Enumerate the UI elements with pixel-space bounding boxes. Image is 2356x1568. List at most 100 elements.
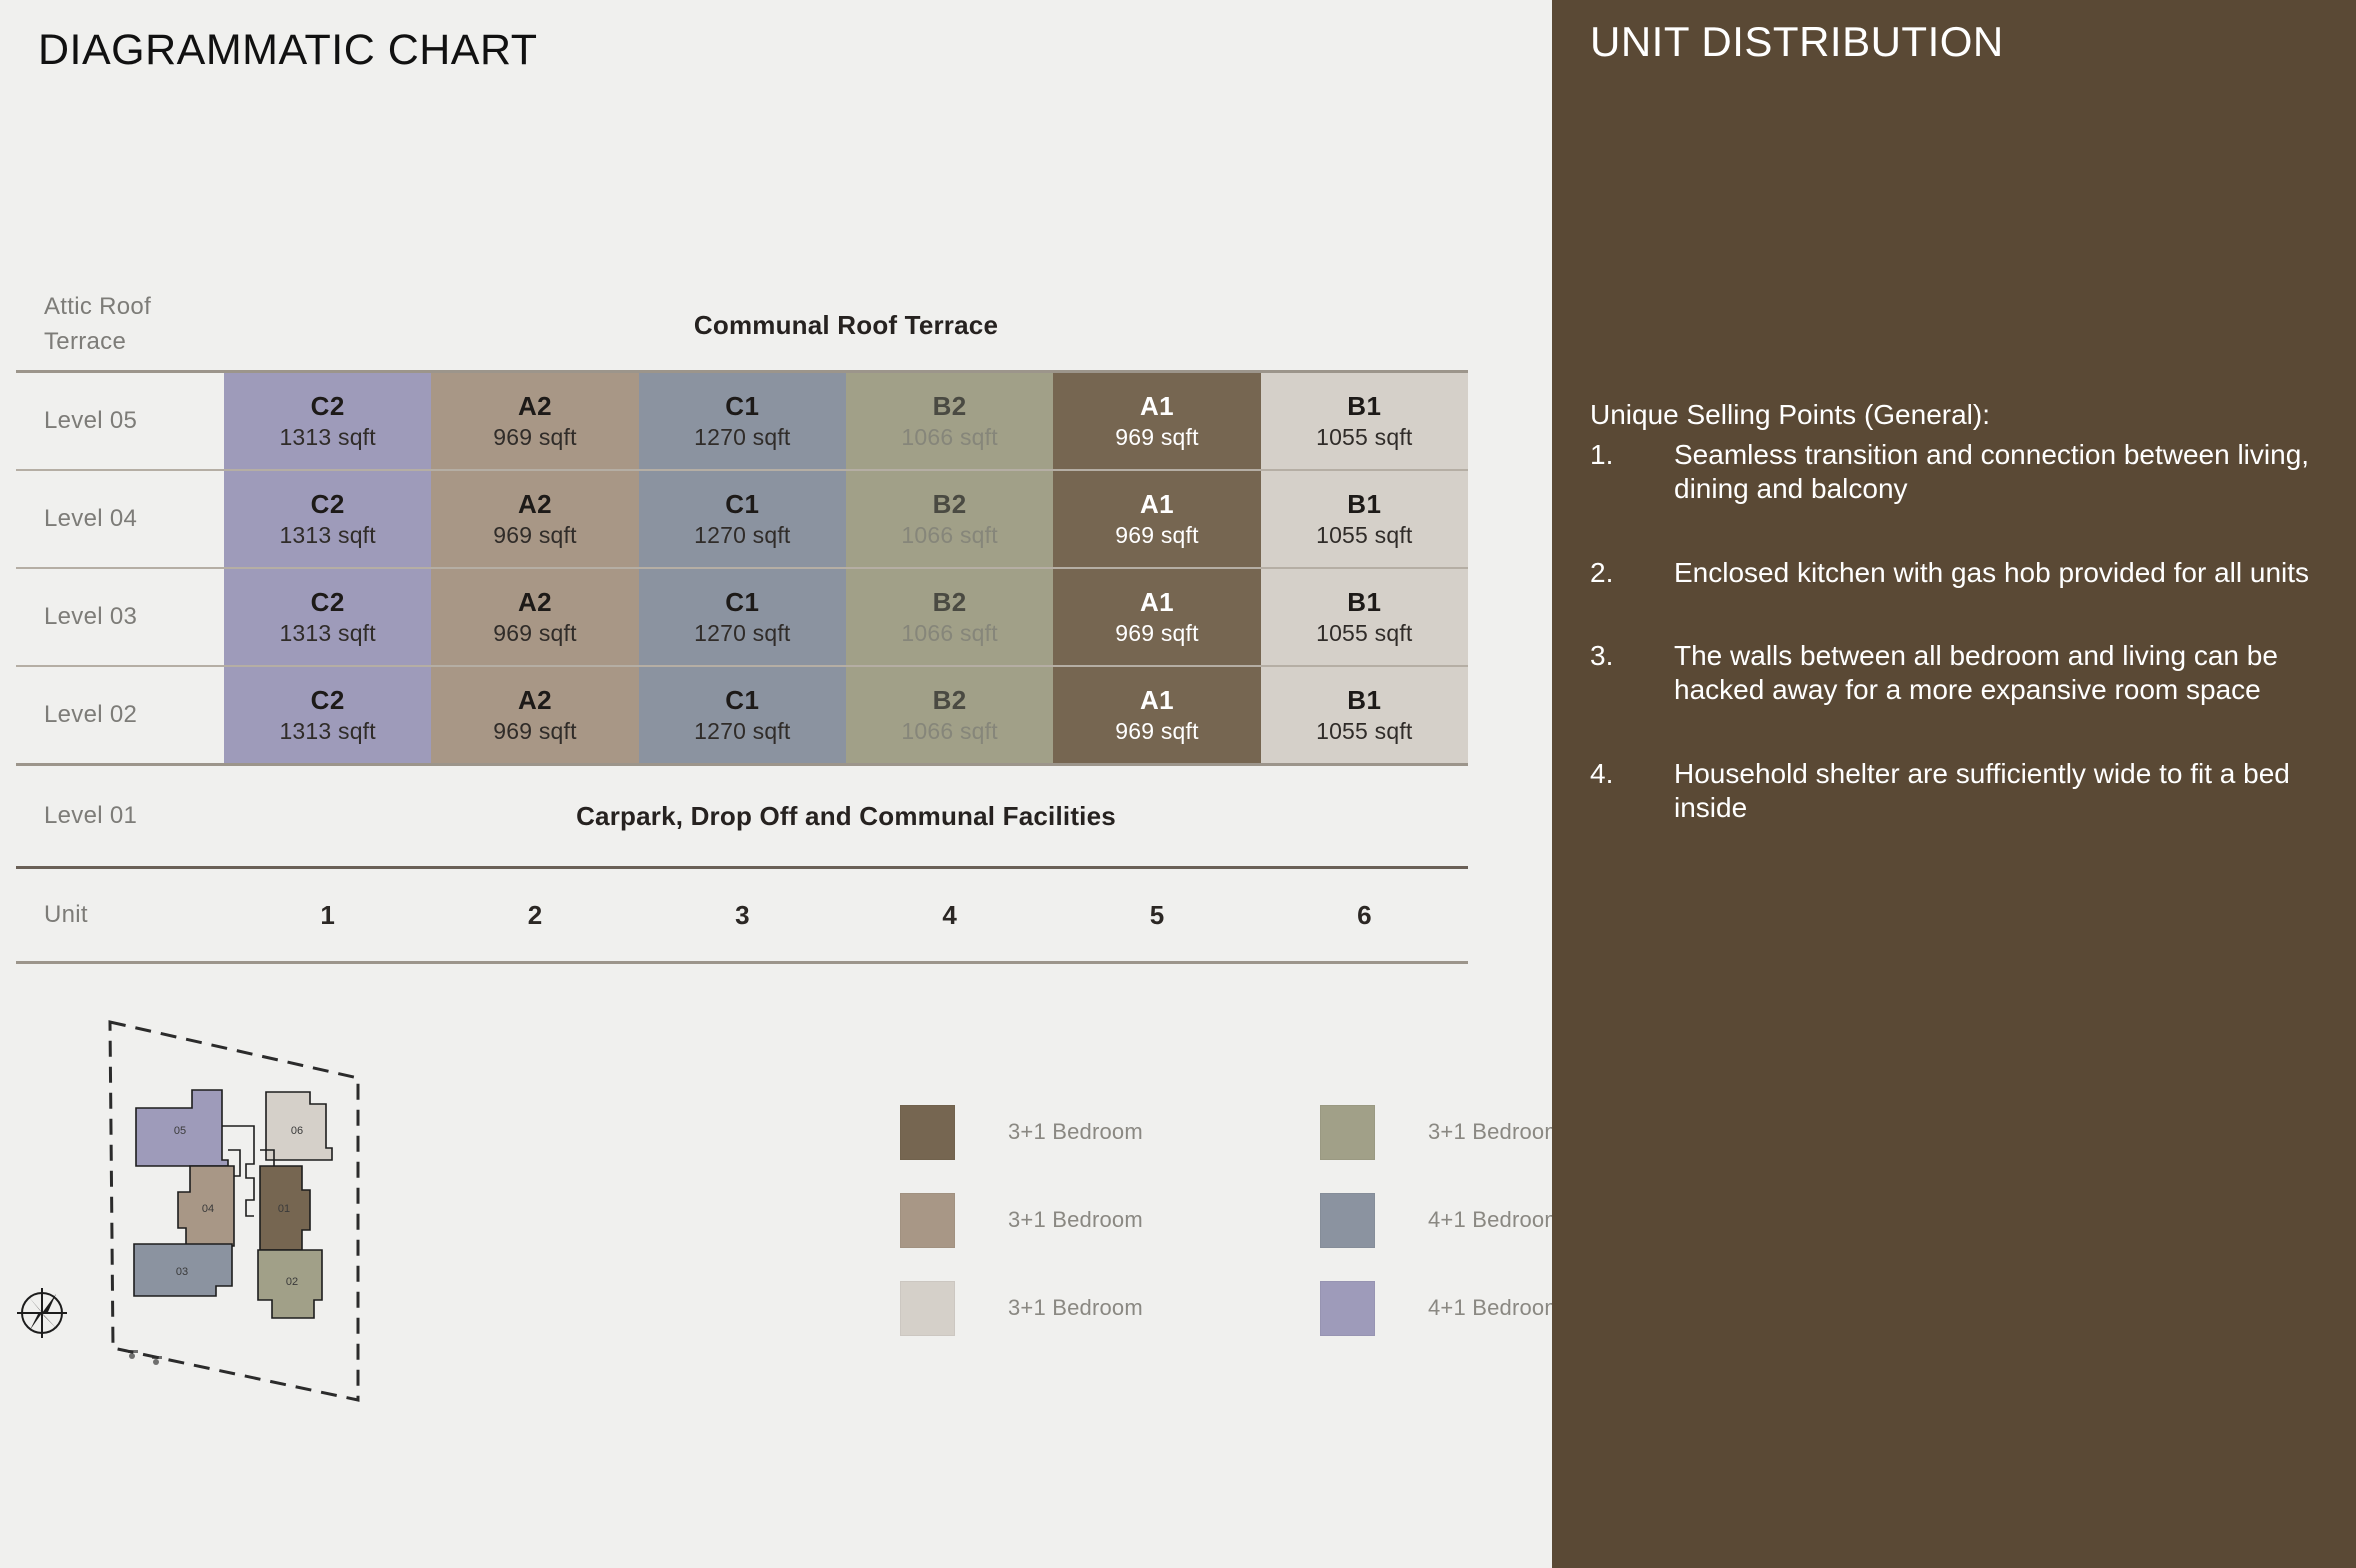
unit-type-code: A2 [517, 391, 553, 421]
carpark-band: Carpark, Drop Off and Communal Facilitie… [576, 800, 1116, 831]
legend-label: 3+1 Bedroom [1008, 1207, 1143, 1232]
unit-cell[interactable]: C1 1270 sqft [638, 471, 846, 567]
unit-area: 969 sqft [1115, 620, 1199, 646]
unit-cell[interactable]: B1 1055 sqft [1260, 667, 1468, 763]
unit-area: 969 sqft [1115, 424, 1199, 450]
street-markers [128, 1350, 162, 1365]
unit-cell[interactable]: A1 969 sqft [1053, 373, 1261, 469]
unit-type-code: A1 [1139, 587, 1174, 617]
unit-type-code: B2 [932, 489, 967, 519]
unit-type-code: A2 [517, 489, 553, 519]
unit-cell[interactable]: C2 1313 sqft [224, 667, 432, 763]
unit-cell[interactable]: A1 969 sqft [1053, 667, 1261, 763]
unit-cell[interactable]: B2 1066 sqft [845, 373, 1054, 469]
unit-cell[interactable]: A1 969 sqft [1053, 569, 1261, 665]
unit-cell[interactable]: C2 1313 sqft [224, 373, 432, 469]
unit-distribution-table: Attic Roof Terrace Communal Roof Terrace… [16, 280, 1468, 964]
legend-item: 3+1 Bedroom [900, 1176, 1320, 1264]
unit-type-code: C2 [310, 587, 345, 617]
unit-numbers-container: 1 2 3 4 5 6 [224, 869, 1468, 961]
unit-cell[interactable]: A2 969 sqft [431, 373, 639, 469]
usp-list-item: 1. Seamless transition and connection bet… [1590, 438, 2320, 507]
table-row-level: Level 02 C2 1313 sqft A2 969 sqft C1 1270 sqft… [16, 667, 1468, 763]
table-row-unit-numbers: Unit 1 2 3 4 5 6 [16, 869, 1468, 961]
unit-cell[interactable]: B1 1055 sqft [1260, 471, 1468, 567]
legend-label: 3+1 Bedroom [1428, 1119, 1563, 1144]
unit-cell[interactable]: B2 1066 sqft [845, 471, 1054, 567]
unit-cell[interactable]: A2 969 sqft [431, 471, 639, 567]
unit-type-code: C2 [310, 685, 345, 715]
communal-roof-terrace-band: Communal Roof Terrace [693, 309, 999, 340]
unit-type-code: B1 [1347, 489, 1382, 519]
legend-color-swatch [900, 1280, 955, 1336]
usp-item-text: Seamless transition and connection betwe… [1674, 438, 2310, 505]
usp-item-number: 4. [1590, 757, 1614, 789]
legend-color-swatch [900, 1192, 955, 1248]
unit-area: 1066 sqft [901, 424, 998, 450]
site-plan-diagram: 05 06 04 01 03 02 [10, 1000, 410, 1420]
unit-cell[interactable]: C1 1270 sqft [638, 667, 846, 763]
legend-item: 3+1 Bedroom [900, 1088, 1320, 1176]
unit-area: 1270 sqft [694, 424, 791, 450]
unit-cell[interactable]: C2 1313 sqft [224, 569, 432, 665]
unit-area: 1055 sqft [1316, 620, 1413, 646]
site-block-label-05: 05 [174, 1125, 186, 1137]
unit-number: 3 [735, 899, 750, 930]
unit-type-code: B1 [1347, 685, 1382, 715]
unit-distribution-panel: UNIT DISTRIBUTION Unique Selling Points … [1552, 0, 2356, 1568]
unit-number: 1 [320, 899, 335, 930]
unit-cell[interactable]: B1 1055 sqft [1260, 373, 1468, 469]
usp-item-number: 1. [1590, 438, 1614, 470]
unit-cell[interactable]: A2 969 sqft [431, 667, 639, 763]
legend-color-swatch [1320, 1192, 1375, 1248]
unit-area: 969 sqft [493, 620, 577, 646]
diagrammatic-chart-panel: DIAGRAMMATIC CHART Attic Roof Terrace Co… [0, 0, 1563, 1568]
unit-cell[interactable]: A1 969 sqft [1053, 471, 1261, 567]
unit-area: 1270 sqft [694, 522, 791, 548]
site-block-label-02: 02 [286, 1276, 298, 1288]
legend-color-swatch [1320, 1104, 1375, 1160]
usp-list-item: 2. Enclosed kitchen with gas hob provided… [1590, 556, 2320, 590]
unit-type-code: A1 [1139, 685, 1174, 715]
unit-type-code: C1 [725, 685, 760, 715]
legend-color-swatch [1320, 1280, 1375, 1336]
unit-area: 1270 sqft [694, 718, 791, 744]
row-label-level: Level 04 [44, 505, 138, 532]
usp-item-text: Enclosed kitchen with gas hob provided f… [1674, 556, 2310, 588]
legend-label: 4+1 Bedroom [1428, 1295, 1563, 1320]
unit-number: 4 [942, 899, 957, 930]
unit-number: 5 [1149, 899, 1165, 930]
unit-cell[interactable]: B2 1066 sqft [845, 667, 1054, 763]
unit-type-code: B2 [932, 391, 967, 421]
unit-area: 969 sqft [1115, 522, 1199, 548]
unit-type-code: B2 [932, 587, 967, 617]
row-label-level01: Level 01 [44, 802, 138, 829]
site-block-label-03: 03 [176, 1266, 188, 1278]
row-label-level: Level 02 [44, 701, 138, 728]
unit-type-code: A1 [1139, 391, 1174, 421]
unit-area: 1313 sqft [279, 522, 376, 548]
unit-type-code: C2 [310, 489, 345, 519]
unit-cell[interactable]: C1 1270 sqft [638, 569, 846, 665]
unit-cell[interactable]: B1 1055 sqft [1260, 569, 1468, 665]
unit-type-code: A1 [1139, 489, 1174, 519]
site-block-label-06: 06 [291, 1125, 303, 1137]
unit-cell[interactable]: B2 1066 sqft [845, 569, 1054, 665]
usp-heading: Unique Selling Points (General): [1590, 399, 1990, 430]
unit-area: 1066 sqft [901, 620, 998, 646]
unit-type-code: B2 [932, 685, 967, 715]
unit-cell[interactable]: A2 969 sqft [431, 569, 639, 665]
unit-area: 1055 sqft [1316, 718, 1413, 744]
unit-area: 1066 sqft [901, 718, 998, 744]
right-panel-title: UNIT DISTRIBUTION [1590, 18, 2004, 65]
usp-list-item: 4. Household shelter are sufficiently wid… [1590, 757, 2320, 826]
attic-label-line-1: Attic Roof [44, 293, 152, 321]
legend-label: 4+1 Bedroom [1428, 1207, 1563, 1232]
unit-cell[interactable]: C1 1270 sqft [638, 373, 846, 469]
row-label-level: Level 05 [44, 407, 138, 434]
unit-number: 6 [1357, 899, 1372, 930]
unit-area: 969 sqft [493, 718, 577, 744]
usp-item-number: 3. [1590, 640, 1614, 672]
unit-cell[interactable]: C2 1313 sqft [224, 471, 432, 567]
unit-area: 1313 sqft [279, 424, 376, 450]
